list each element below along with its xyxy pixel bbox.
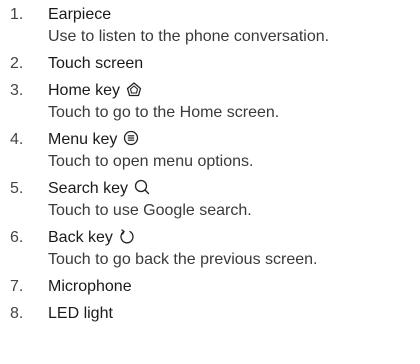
- item-title: Search key: [48, 177, 415, 200]
- item-title: Menu key: [48, 128, 415, 151]
- item-description: Touch to go back the previous screen.: [48, 251, 318, 268]
- item-title-text: Home key: [48, 82, 121, 99]
- item-title: LED light: [48, 302, 415, 325]
- item-number: 1.: [10, 6, 24, 23]
- feature-list: 1. Earpiece Use to listen to the phone c…: [10, 3, 415, 329]
- list-item-back-key: 6. Back key Touch to go back the previou…: [10, 226, 415, 271]
- list-item-home-key: 3. Home key Touch to go to the Home scre…: [10, 79, 415, 124]
- item-title-text: Back key: [48, 229, 113, 246]
- item-title: Touch screen: [48, 52, 415, 75]
- item-number: 2.: [10, 55, 24, 72]
- item-title-text: Microphone: [48, 278, 132, 295]
- item-title-text: Search key: [48, 180, 129, 197]
- home-icon: [126, 81, 142, 97]
- item-number: 6.: [10, 229, 24, 246]
- item-number: 8.: [10, 305, 24, 322]
- item-number: 5.: [10, 180, 24, 197]
- item-title-text: LED light: [48, 305, 113, 322]
- item-number: 7.: [10, 278, 24, 295]
- list-item-microphone: 7. Microphone: [10, 275, 415, 298]
- item-description: Touch to go to the Home screen.: [48, 104, 280, 121]
- item-description: Use to listen to the phone conversation.: [48, 28, 330, 45]
- item-title-text: Touch screen: [48, 55, 144, 72]
- list-item-search-key: 5. Search key Touch to use Google search…: [10, 177, 415, 222]
- item-number: 4.: [10, 131, 24, 148]
- menu-icon: [123, 130, 139, 146]
- item-title: Microphone: [48, 275, 415, 298]
- item-title-text: Earpiece: [48, 6, 112, 23]
- item-title-text: Menu key: [48, 131, 118, 148]
- search-icon: [134, 179, 150, 195]
- list-item-menu-key: 4. Menu key Touch to open menu options.: [10, 128, 415, 173]
- item-description: Touch to open menu options.: [48, 153, 254, 170]
- item-number: 3.: [10, 82, 24, 99]
- item-title: Back key: [48, 226, 415, 249]
- back-icon: [119, 228, 135, 244]
- item-title: Home key: [48, 79, 415, 102]
- list-item-earpiece: 1. Earpiece Use to listen to the phone c…: [10, 3, 415, 48]
- list-item-led-light: 8. LED light: [10, 302, 415, 325]
- list-item-touch-screen: 2. Touch screen: [10, 52, 415, 75]
- item-title: Earpiece: [48, 3, 415, 26]
- item-description: Touch to use Google search.: [48, 202, 252, 219]
